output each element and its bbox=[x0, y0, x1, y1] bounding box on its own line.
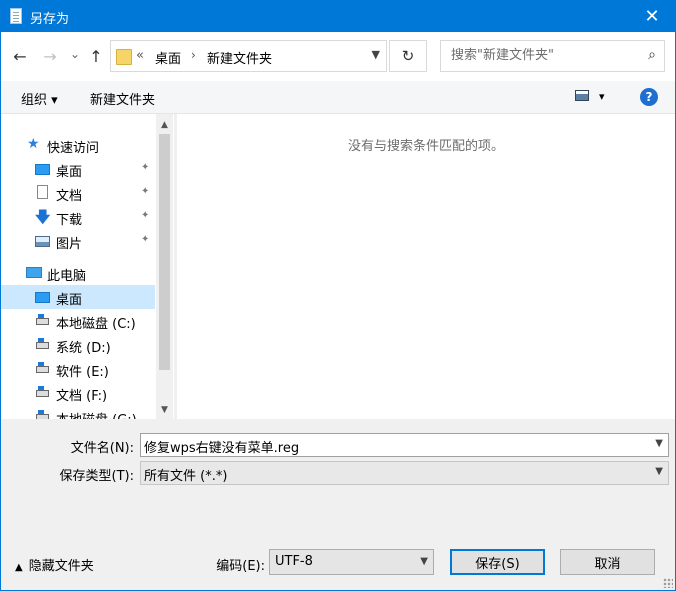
sidebar-item-drive-f[interactable]: 文档 (F:) bbox=[1, 381, 155, 405]
up-button[interactable]: ↑ bbox=[86, 46, 106, 66]
chevron-down-icon[interactable]: ▼ bbox=[655, 466, 663, 477]
save-button[interactable]: 保存(S) bbox=[450, 549, 545, 575]
chevron-down-icon[interactable]: ▼ bbox=[420, 556, 428, 567]
drive-icon bbox=[36, 386, 49, 397]
view-options-icon[interactable] bbox=[575, 90, 589, 101]
folder-icon bbox=[116, 49, 132, 65]
sidebar-item-desktop[interactable]: 桌面 bbox=[1, 285, 155, 309]
breadcrumb-overflow[interactable]: « bbox=[136, 48, 144, 63]
sidebar-item-desktop-pinned[interactable]: 桌面 ✦ bbox=[1, 157, 155, 181]
sidebar-item-pictures[interactable]: 图片 ✦ bbox=[1, 229, 155, 253]
command-toolbar: 组织 ▾ 新建文件夹 ▾ ? bbox=[1, 81, 675, 114]
pin-icon: ✦ bbox=[141, 210, 150, 221]
encoding-select[interactable]: UTF-8 ▼ bbox=[269, 549, 434, 575]
encoding-value[interactable]: UTF-8 bbox=[275, 554, 313, 569]
navigation-pane: ★ 快速访问 桌面 ✦ 文档 ✦ 🡇 下载 ✦ 图片 ✦ 此电脑 桌面 本地磁盘… bbox=[1, 114, 174, 419]
sidebar-item-drive-c[interactable]: 本地磁盘 (C:) bbox=[1, 309, 155, 333]
scrollbar-thumb[interactable] bbox=[159, 134, 170, 370]
sidebar-item-label: 桌面 bbox=[56, 165, 83, 180]
sidebar-item-label: 系统 (D:) bbox=[56, 341, 111, 356]
organize-menu[interactable]: 组织 ▾ bbox=[21, 89, 58, 108]
sidebar-item-drive-g[interactable]: 本地磁盘 (G:) bbox=[1, 405, 155, 419]
sidebar-item-label: 下载 bbox=[56, 213, 83, 228]
navigation-scrollbar[interactable]: ▲ ▼ bbox=[156, 114, 173, 419]
sidebar-item-label: 此电脑 bbox=[47, 269, 87, 284]
filename-value[interactable]: 修复wps右键没有菜单.reg bbox=[144, 437, 299, 456]
title-bar: 另存为 ✕ bbox=[1, 1, 675, 32]
view-dropdown[interactable]: ▾ bbox=[599, 90, 605, 103]
star-icon: ★ bbox=[27, 136, 40, 152]
sidebar-item-label: 文档 bbox=[56, 189, 83, 204]
sidebar-item-drive-d[interactable]: 系统 (D:) bbox=[1, 333, 155, 357]
desktop-icon bbox=[35, 164, 50, 175]
sidebar-item-downloads[interactable]: 🡇 下载 ✦ bbox=[1, 205, 155, 229]
sidebar-item-quick-access[interactable]: ★ 快速访问 bbox=[1, 133, 155, 157]
pin-icon: ✦ bbox=[141, 162, 150, 173]
notepad-icon bbox=[10, 8, 22, 24]
sidebar-item-label: 图片 bbox=[56, 237, 83, 252]
search-box[interactable]: ⌕ bbox=[440, 40, 665, 72]
pin-icon: ✦ bbox=[141, 186, 150, 197]
navigation-bar: ← → ⌄ ↑ « 桌面 › 新建文件夹 ▼ ↻ ⌕ bbox=[1, 32, 675, 81]
scroll-down-arrow[interactable]: ▼ bbox=[156, 401, 173, 418]
filetype-value[interactable]: 所有文件 (*.*) bbox=[144, 465, 227, 484]
pictures-icon bbox=[35, 236, 50, 247]
sidebar-item-label: 桌面 bbox=[56, 293, 83, 308]
breadcrumb-desktop[interactable]: 桌面 bbox=[155, 48, 181, 67]
sidebar-item-drive-e[interactable]: 软件 (E:) bbox=[1, 357, 155, 381]
empty-results-message: 没有与搜索条件匹配的项。 bbox=[347, 139, 504, 154]
encoding-label: 编码(E): bbox=[216, 559, 265, 574]
drive-icon bbox=[36, 338, 49, 349]
sidebar-item-label: 快速访问 bbox=[47, 141, 100, 156]
sidebar-item-this-pc[interactable]: 此电脑 bbox=[1, 261, 155, 285]
sidebar-item-label: 本地磁盘 (C:) bbox=[56, 317, 136, 332]
cancel-button[interactable]: 取消 bbox=[560, 549, 655, 575]
desktop-icon bbox=[35, 292, 50, 303]
filetype-label: 保存类型(T): bbox=[59, 469, 134, 484]
refresh-button[interactable]: ↻ bbox=[389, 40, 427, 72]
scroll-up-arrow[interactable]: ▲ bbox=[156, 116, 173, 133]
hide-folders-toggle[interactable]: ▲ 隐藏文件夹 bbox=[15, 555, 94, 574]
resize-grip[interactable] bbox=[663, 578, 673, 588]
filetype-select[interactable]: 所有文件 (*.*) ▼ bbox=[140, 461, 669, 485]
document-icon bbox=[37, 185, 48, 199]
new-folder-button[interactable]: 新建文件夹 bbox=[90, 89, 155, 108]
sidebar-item-label: 本地磁盘 (G:) bbox=[56, 409, 137, 419]
sidebar-item-label: 文档 (F:) bbox=[56, 389, 108, 404]
breadcrumb-new-folder[interactable]: 新建文件夹 bbox=[207, 48, 272, 67]
chevron-up-icon: ▲ bbox=[15, 562, 23, 573]
dialog-title: 另存为 bbox=[30, 12, 70, 27]
pin-icon: ✦ bbox=[141, 234, 150, 245]
sidebar-item-label: 软件 (E:) bbox=[56, 365, 109, 380]
chevron-down-icon[interactable]: ▼ bbox=[372, 48, 380, 61]
address-bar[interactable]: « 桌面 › 新建文件夹 ▼ bbox=[110, 40, 387, 72]
drive-icon bbox=[36, 362, 49, 373]
search-icon[interactable]: ⌕ bbox=[648, 47, 656, 63]
hide-folders-label: 隐藏文件夹 bbox=[28, 559, 94, 574]
drive-icon bbox=[36, 314, 49, 325]
save-as-dialog: 另存为 ✕ ← → ⌄ ↑ « 桌面 › 新建文件夹 ▼ ↻ ⌕ 组织 ▾ 新建… bbox=[0, 0, 676, 591]
close-button[interactable]: ✕ bbox=[629, 1, 675, 32]
sidebar-item-documents[interactable]: 文档 ✦ bbox=[1, 181, 155, 205]
search-input[interactable] bbox=[449, 47, 638, 64]
back-button[interactable]: ← bbox=[10, 46, 30, 66]
recent-locations-button[interactable]: ⌄ bbox=[65, 44, 85, 64]
breadcrumb-separator[interactable]: › bbox=[191, 48, 196, 62]
filename-label: 文件名(N): bbox=[70, 441, 134, 456]
help-icon[interactable]: ? bbox=[640, 88, 658, 106]
forward-button[interactable]: → bbox=[40, 46, 60, 66]
chevron-down-icon[interactable]: ▼ bbox=[655, 438, 663, 449]
filename-field[interactable]: 修复wps右键没有菜单.reg ▼ bbox=[140, 433, 669, 457]
computer-icon bbox=[26, 267, 42, 278]
file-list-pane[interactable]: 没有与搜索条件匹配的项。 bbox=[177, 114, 675, 419]
save-options-panel: 文件名(N): 修复wps右键没有菜单.reg ▼ 保存类型(T): 所有文件 … bbox=[1, 419, 675, 590]
